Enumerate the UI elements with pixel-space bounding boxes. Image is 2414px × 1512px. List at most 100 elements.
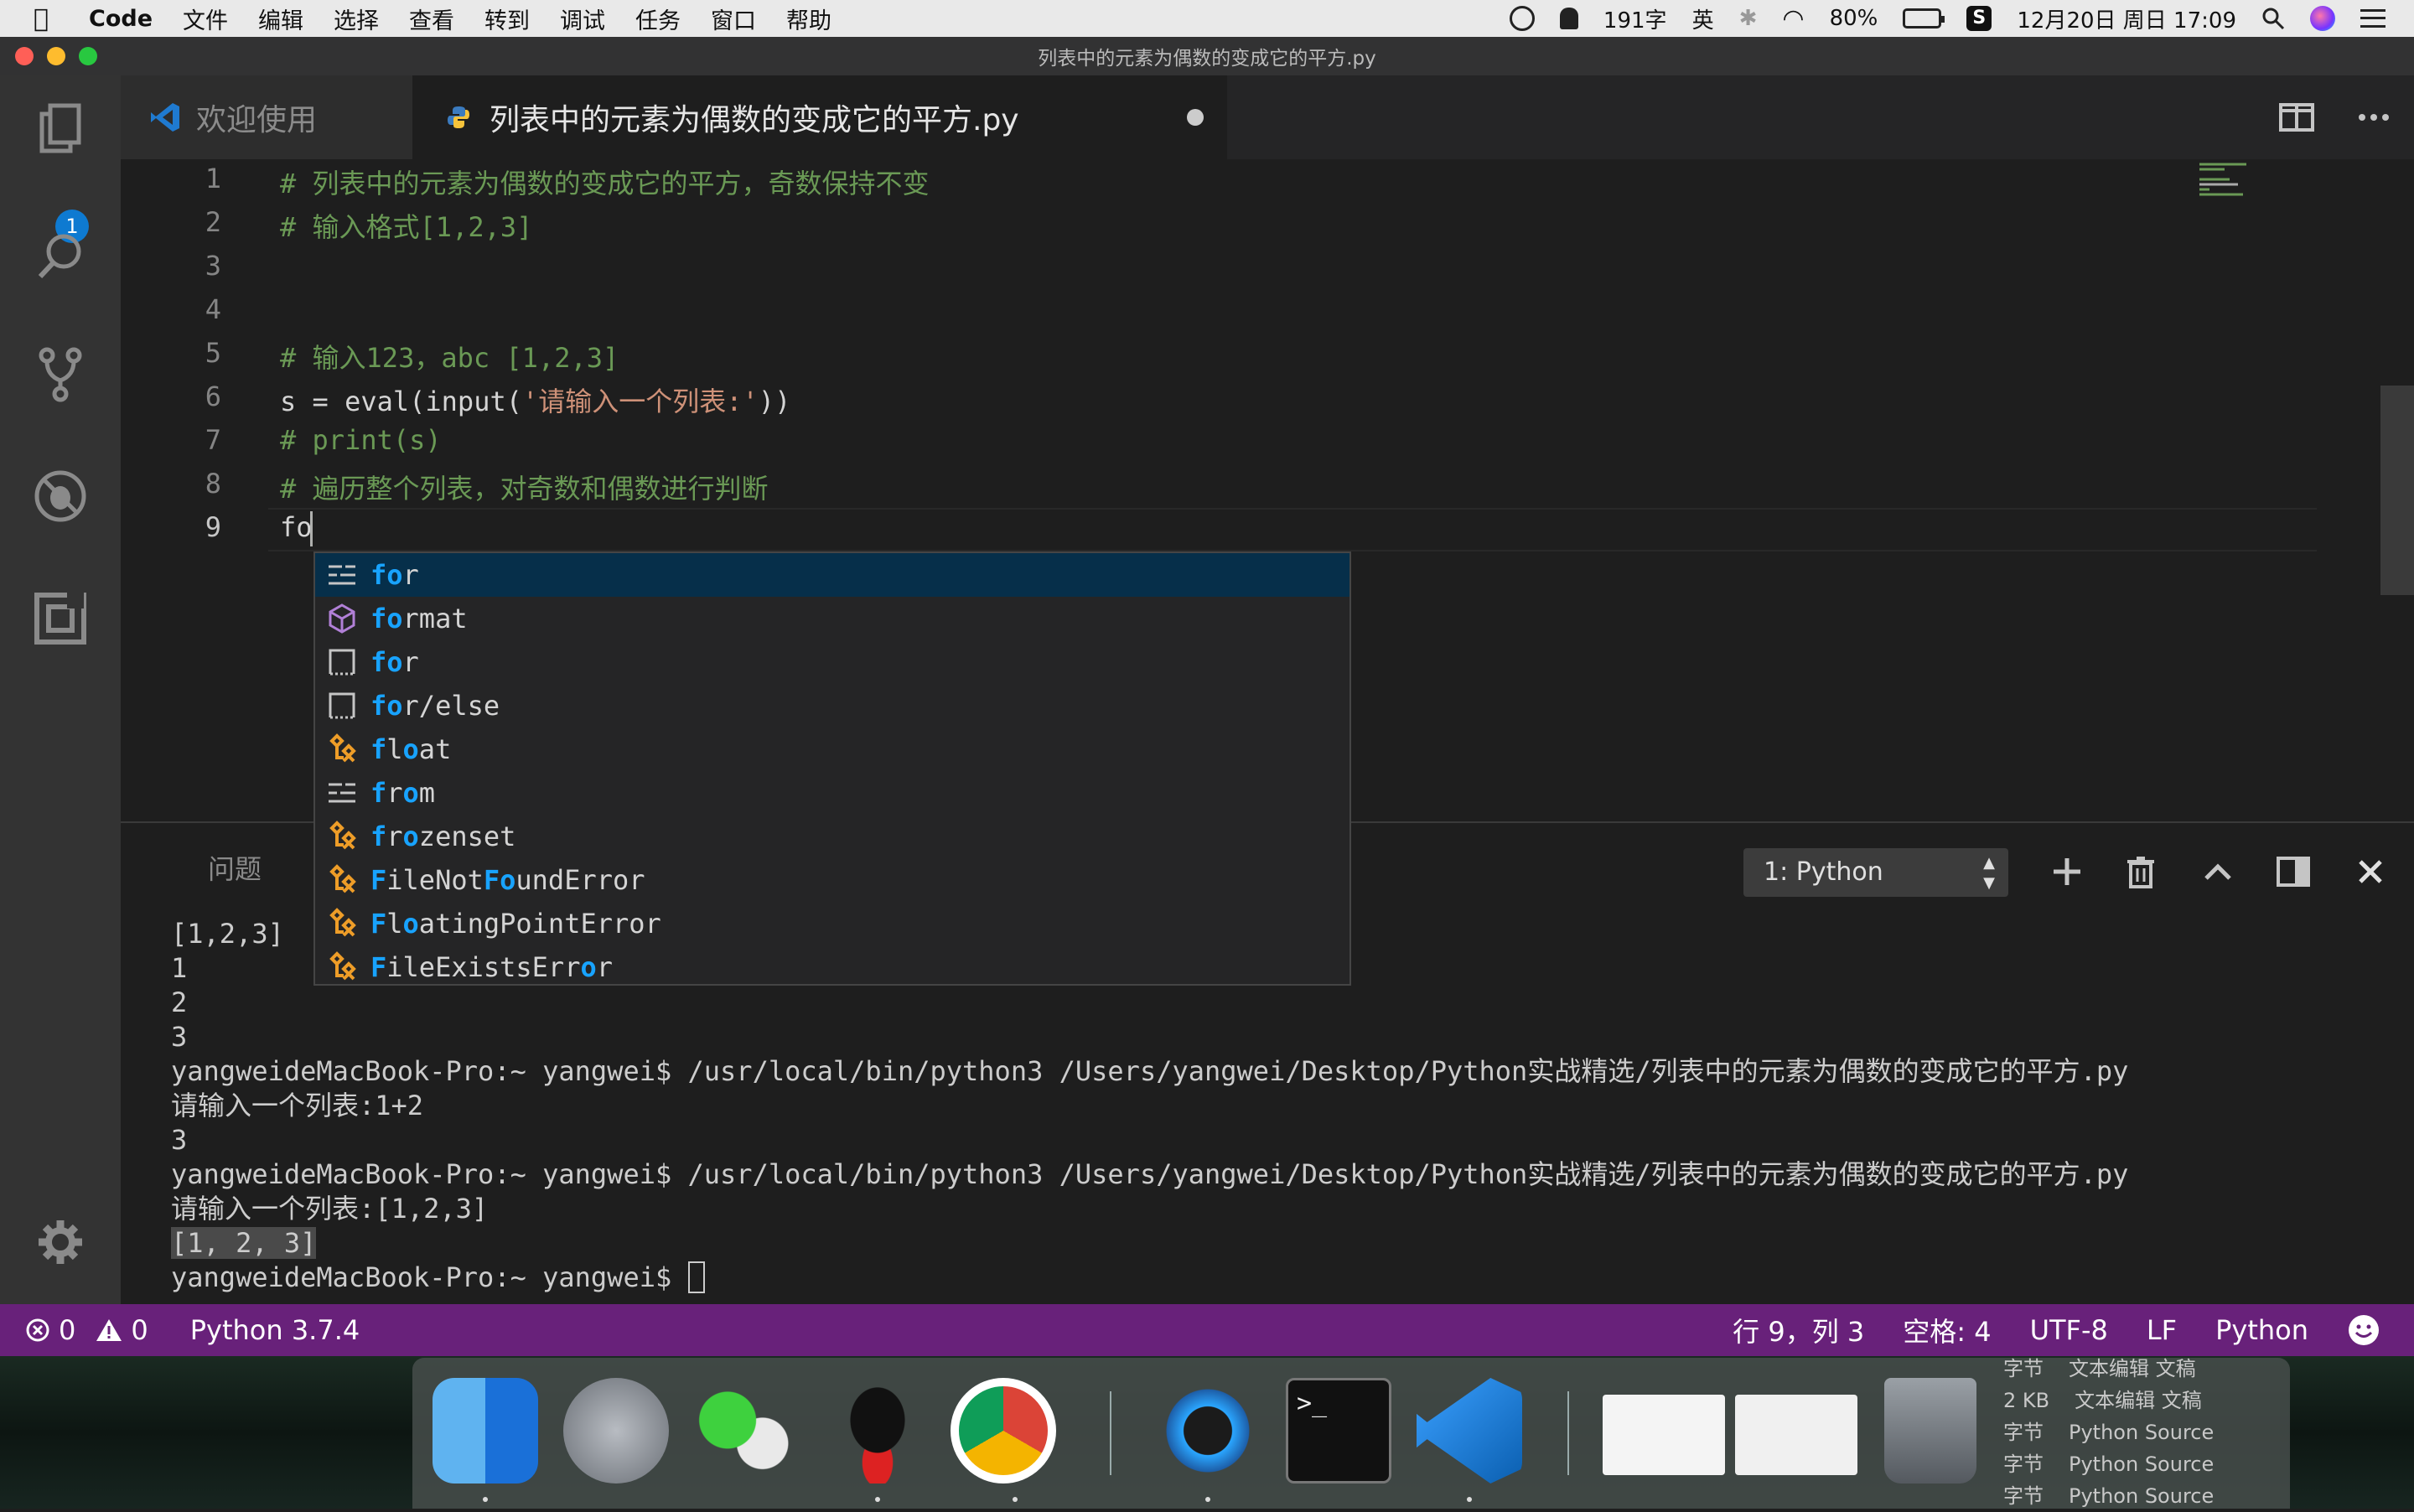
class-icon [329,733,356,763]
source-control-icon[interactable] [30,344,91,404]
menu-file[interactable]: 文件 [183,3,228,35]
kill-terminal-trash-icon[interactable] [2122,853,2159,890]
file-kind: 文本编辑 文稿 [2069,1357,2196,1380]
python-interpreter[interactable]: Python 3.7.4 [190,1314,360,1346]
notification-center-icon[interactable] [2360,9,2386,28]
line-number: 8 [205,468,221,500]
quicktime-icon[interactable] [1155,1378,1261,1484]
minimized-window-thumbnail[interactable] [1603,1395,1725,1475]
match-text: fo [370,646,403,678]
suggest-item[interactable]: FileNotFoundError [315,858,1349,902]
vscode-dock-icon[interactable] [1417,1378,1522,1484]
terminal-app-icon[interactable]: >_ [1286,1378,1391,1484]
menu-view[interactable]: 查看 [409,3,454,35]
code-line-1: # 列表中的元素为偶数的变成它的平方，奇数保持不变 [280,168,930,199]
tab-welcome[interactable]: 欢迎使用 [121,75,412,159]
feedback-smiley-icon[interactable] [2347,1313,2380,1347]
bluetooth-icon[interactable]: ✱ [1739,6,1758,31]
menu-selection[interactable]: 选择 [334,3,379,35]
clock[interactable]: 12月20日 周日 17:09 [2017,3,2236,34]
more-actions-icon[interactable] [2355,101,2392,134]
menu-window[interactable]: 窗口 [711,3,756,35]
word-count[interactable]: 191字 [1603,3,1667,34]
menu-edit[interactable]: 编辑 [258,3,303,35]
s-app-icon[interactable]: S [1966,6,1992,31]
suggest-item[interactable]: float [315,728,1349,771]
suggest-item[interactable]: FloatingPointError [315,902,1349,945]
terminal-line: 请输入一个列表:1+2 [171,1090,424,1121]
encoding[interactable]: UTF-8 [2030,1314,2108,1346]
extensions-icon[interactable] [30,588,91,649]
wifi-icon[interactable]: ◠ [1782,4,1804,34]
wechat-icon[interactable] [691,1378,796,1484]
match-text: o [402,777,419,809]
vscode-icon [151,103,179,132]
tab-label: 列表中的元素为偶数的变成它的平方.py [490,103,1019,137]
close-panel-icon[interactable] [2352,853,2389,890]
suggest-item[interactable]: for/else [315,684,1349,728]
indentation[interactable]: 空格: 4 [1903,1311,1991,1349]
file-kind: Python Source [2069,1484,2215,1508]
end-of-line[interactable]: LF [2147,1314,2177,1346]
code-line-9: fo [280,511,313,543]
apple-menu-icon[interactable]:  [34,4,64,34]
tab-problems[interactable]: 问题 [208,848,262,887]
input-method[interactable]: 英 [1692,3,1714,34]
line-number: 9 [205,511,221,543]
split-editor-icon[interactable] [2278,101,2315,134]
list-item[interactable]: 字节 Python Source [2003,1448,2305,1480]
minimap[interactable] [2196,159,2297,210]
unsaved-dot-icon[interactable] [1187,109,1204,126]
suggest-item[interactable]: format [315,597,1349,640]
editor-scrollbar[interactable] [2380,386,2414,595]
notification-icon[interactable] [1559,8,1578,29]
menu-go[interactable]: 转到 [484,3,530,35]
tab-python-file[interactable]: 列表中的元素为偶数的变成它的平方.py [412,75,1227,159]
file-size: 字节 [2003,1421,2044,1444]
spotlight-search-icon[interactable] [2261,7,2285,30]
menu-help[interactable]: 帮助 [786,3,831,35]
list-item[interactable]: 字节 文本编辑 文稿 [2003,1353,2305,1385]
toggle-panel-position-icon[interactable] [2275,853,2312,890]
rest-text: undError [515,864,645,896]
battery-percent[interactable]: 80% [1830,6,1878,31]
list-item[interactable]: 字节 Python Source [2003,1480,2305,1512]
match-text: f [370,733,387,765]
finder-icon[interactable] [433,1378,538,1484]
suggest-item[interactable]: FileExistsError [315,945,1349,989]
suggest-item[interactable]: from [315,771,1349,815]
qq-icon[interactable] [825,1378,930,1484]
chrome-icon[interactable] [951,1378,1056,1484]
new-terminal-icon[interactable] [2049,853,2085,890]
cursor-position[interactable]: 行 9，列 3 [1733,1311,1864,1349]
trash-icon[interactable] [1884,1378,1976,1484]
app-menu[interactable]: Code [89,6,153,32]
error-icon [26,1318,49,1342]
battery-icon[interactable] [1903,8,1945,28]
suggest-item[interactable]: frozenset [315,815,1349,858]
language-mode[interactable]: Python [2215,1314,2308,1346]
terminal-select[interactable]: 1: Python ▲ ▼ [1743,848,2008,897]
menu-tasks[interactable]: 任务 [635,3,681,35]
settings-gear-icon[interactable] [30,1212,91,1272]
siri-icon[interactable] [2310,6,2335,31]
problems-status[interactable]: 0 0 [25,1314,148,1346]
rest-text: ileNot [386,864,484,896]
explorer-icon[interactable] [30,101,91,161]
list-item[interactable]: 2 KB 文本编辑 文稿 [2003,1385,2305,1416]
minimized-window-thumbnail[interactable] [1735,1395,1857,1475]
maximize-panel-chevron-up-icon[interactable] [2199,853,2236,890]
list-item[interactable]: 字节 Python Source [2003,1416,2305,1448]
debug-icon[interactable] [30,466,91,526]
search-icon[interactable] [30,226,91,287]
match-text: F [370,951,387,983]
suggest-item[interactable]: for [315,553,1349,597]
launchpad-icon[interactable] [563,1378,669,1484]
screen-record-icon[interactable] [1509,6,1535,31]
menu-debug[interactable]: 调试 [560,3,605,35]
match-text: fo [370,690,403,722]
file-size: 字节 [2003,1484,2044,1508]
editor-tabs: 欢迎使用 列表中的元素为偶数的变成它的平方.py [121,75,2414,159]
terminal-cursor [687,1261,705,1293]
suggest-item[interactable]: for [315,640,1349,684]
